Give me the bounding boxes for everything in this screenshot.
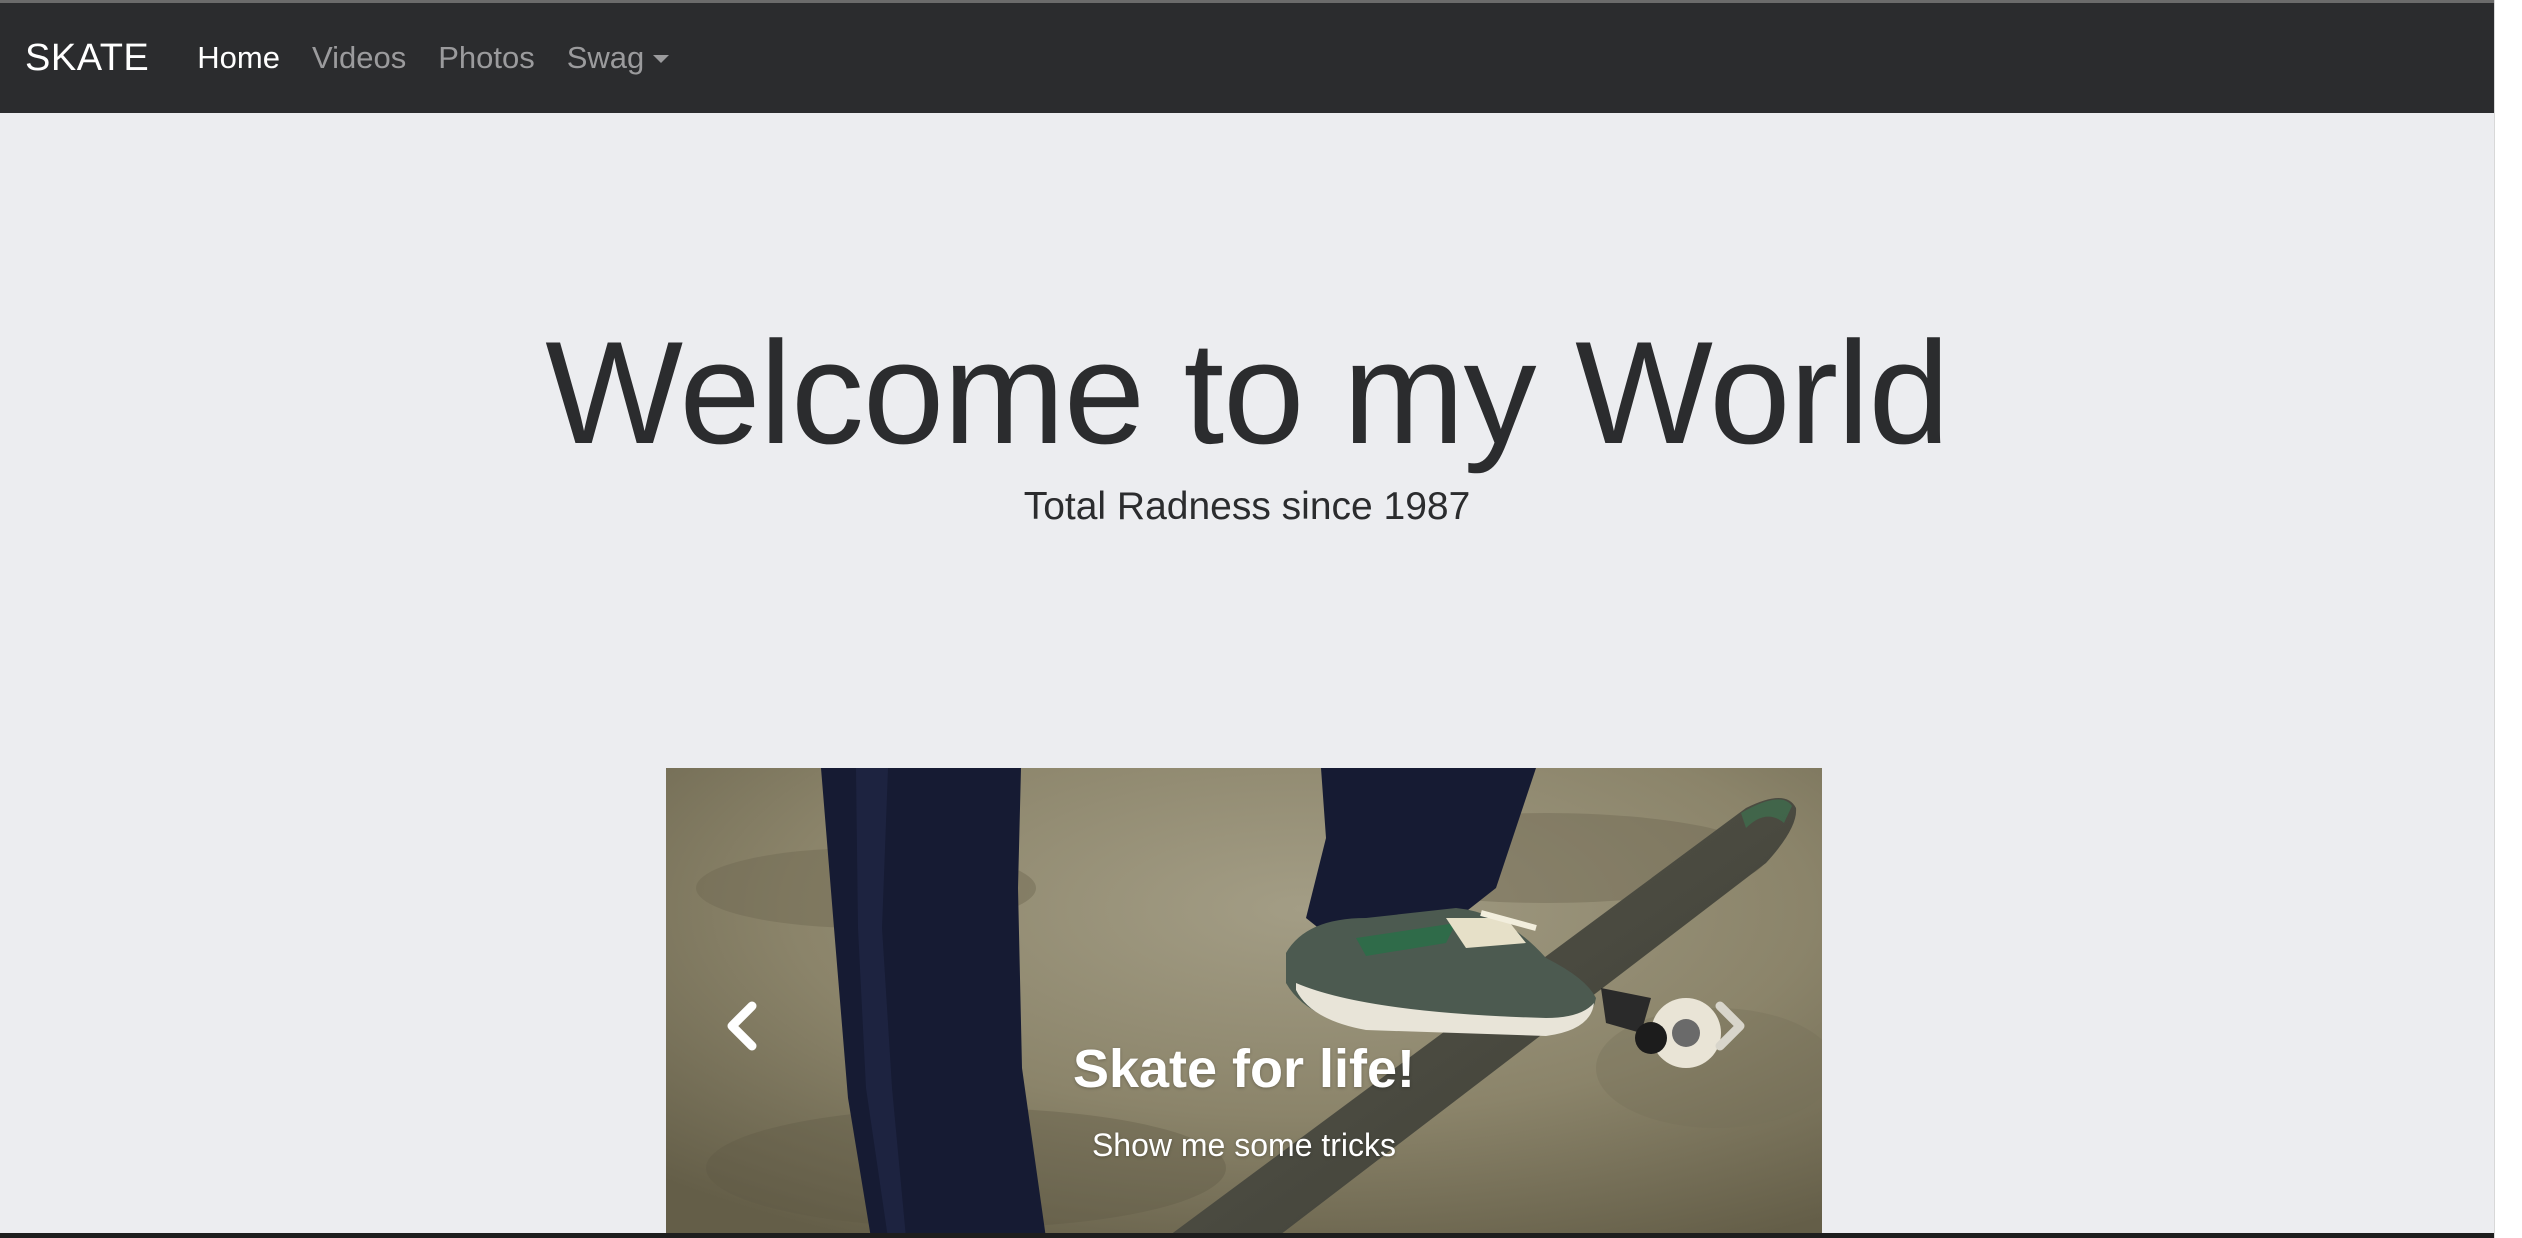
- nav-item-videos[interactable]: Videos: [312, 40, 406, 76]
- carousel-image: [666, 768, 1822, 1234]
- carousel: [666, 768, 1822, 1234]
- carousel-caption-text: Show me some tricks: [1091, 1127, 1397, 1163]
- carousel-caption-title: Skate for life!: [1072, 1039, 1416, 1099]
- caret-down-icon: [653, 55, 670, 63]
- nav-item-swag-label: Swag: [566, 40, 645, 75]
- bottom-edge: [0, 1233, 2494, 1238]
- nav-item-swag-dropdown[interactable]: Swag: [567, 40, 670, 76]
- window-edge: [2494, 0, 2522, 1238]
- brand-logo[interactable]: SKATE: [25, 37, 149, 80]
- nav-item-home[interactable]: Home: [197, 40, 280, 76]
- hero-title: Welcome to my World: [545, 311, 1950, 474]
- nav-list: Home Videos Photos Swag: [197, 40, 701, 76]
- hero-subtitle: Total Radness since 1987: [1023, 485, 1471, 528]
- nav-item-photos[interactable]: Photos: [438, 40, 535, 76]
- navbar: SKATE Home Videos Photos Swag: [0, 3, 2494, 113]
- browser-viewport: SKATE Home Videos Photos Swag Welcome to…: [0, 0, 2494, 1234]
